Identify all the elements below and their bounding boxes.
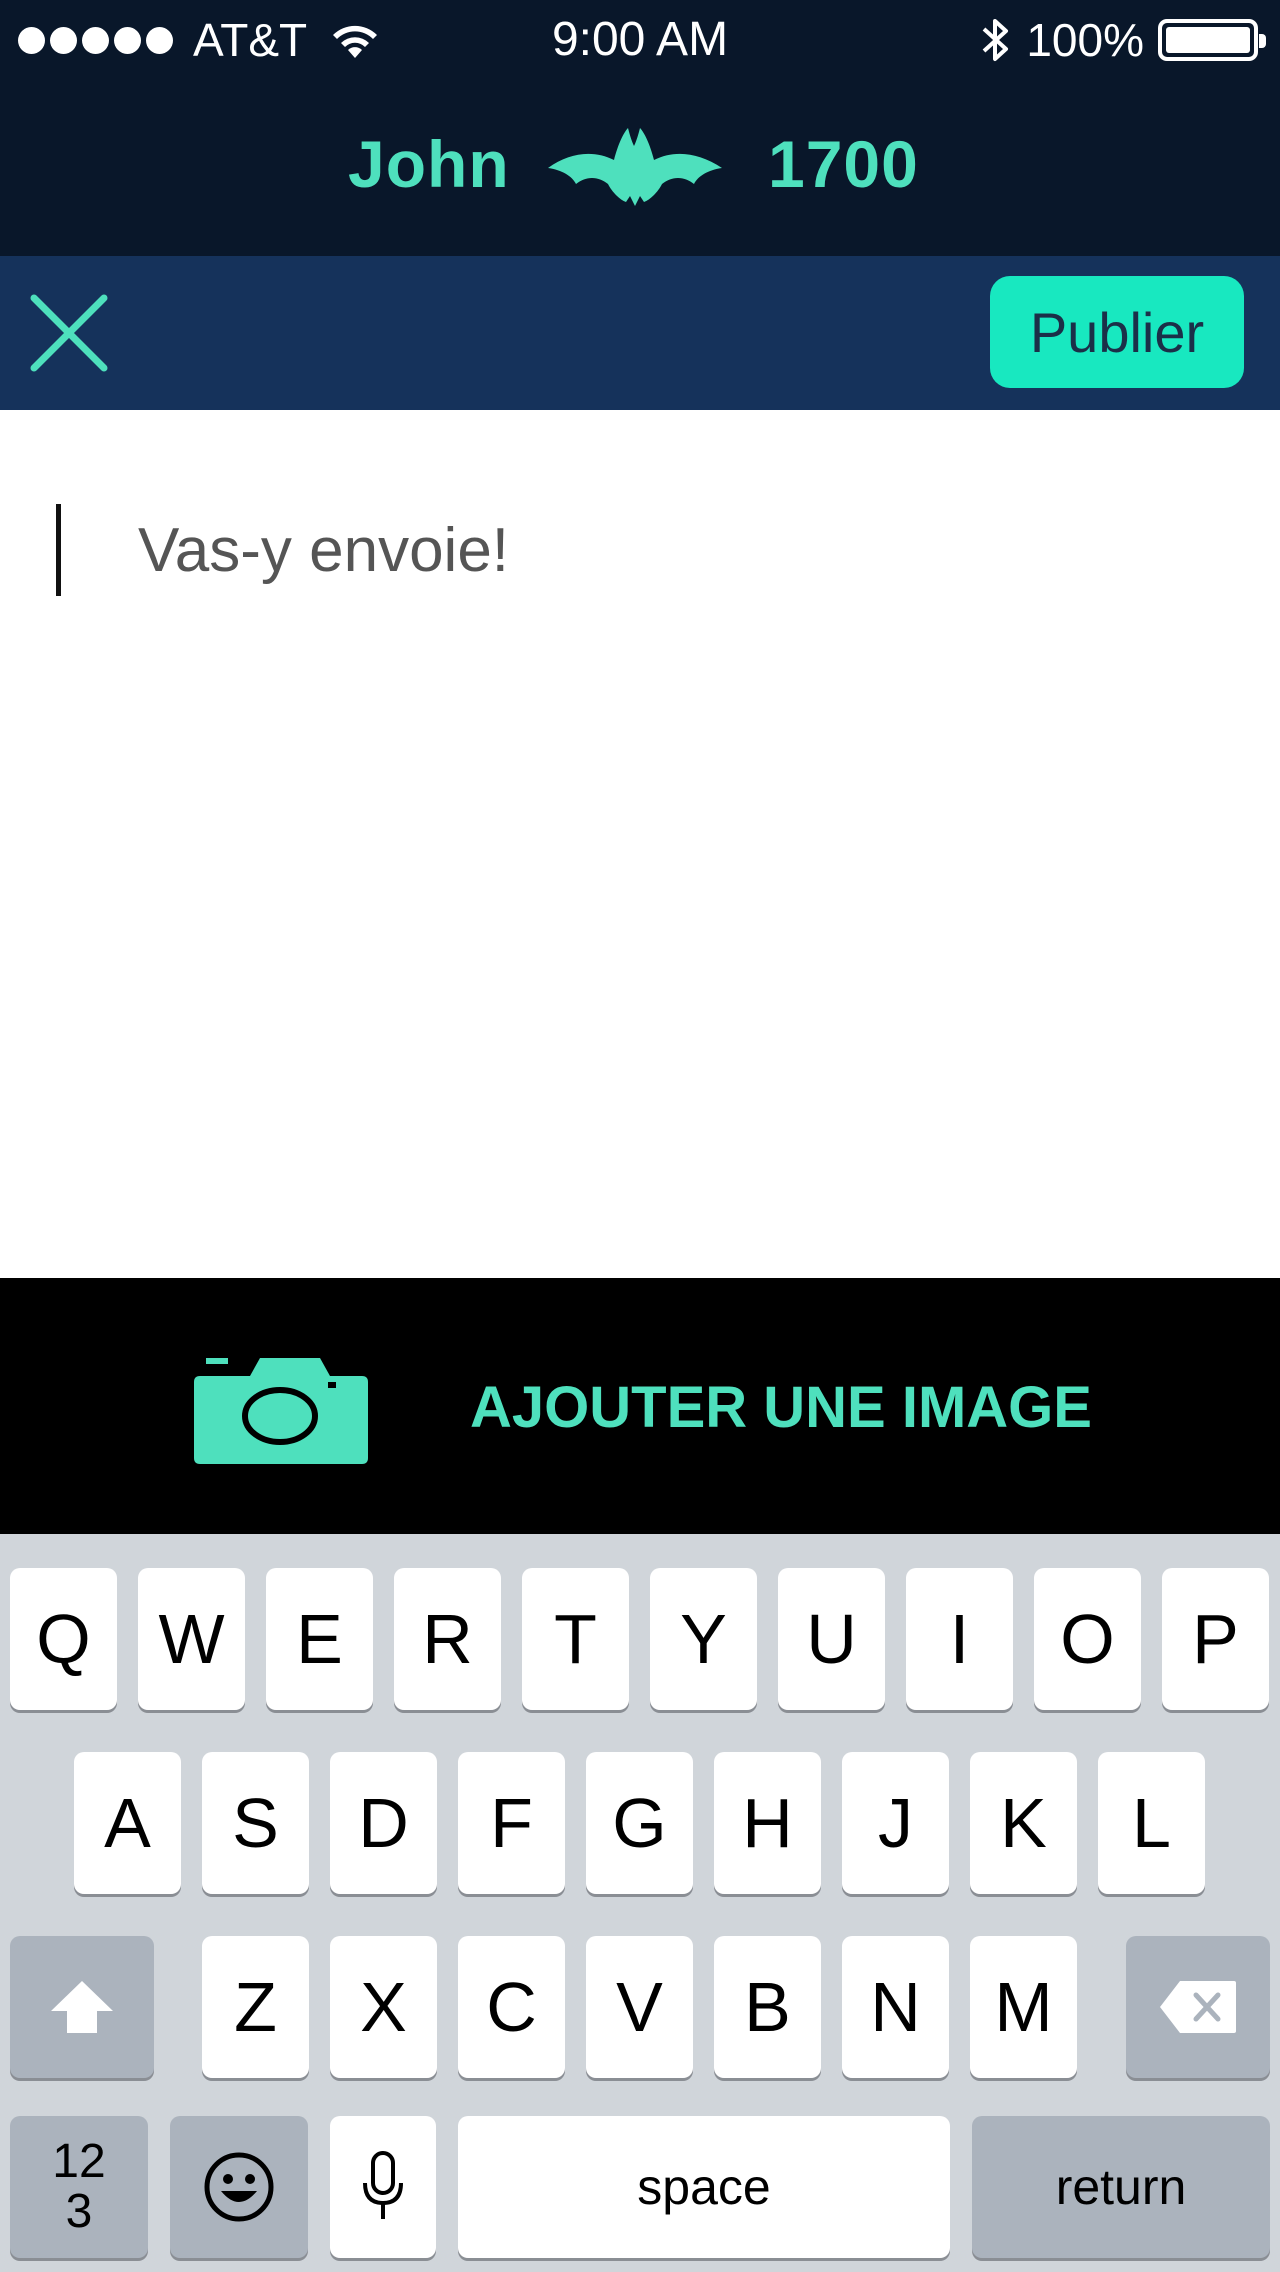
key-e[interactable]: E <box>266 1568 373 1710</box>
numbers-key-label-line2: 3 <box>65 2185 93 2238</box>
compose-toolbar: Publier <box>0 256 1280 410</box>
dictation-key[interactable] <box>330 2116 436 2258</box>
key-t[interactable]: T <box>522 1568 629 1710</box>
compose-area <box>0 410 1280 1278</box>
key-o[interactable]: O <box>1034 1568 1141 1710</box>
backspace-icon <box>1160 1981 1236 2033</box>
text-caret <box>56 504 61 596</box>
bat-logo-icon <box>548 128 722 206</box>
key-l[interactable]: L <box>1098 1752 1205 1894</box>
key-f[interactable]: F <box>458 1752 565 1894</box>
backspace-key[interactable] <box>1126 1936 1270 2078</box>
key-w[interactable]: W <box>138 1568 245 1710</box>
key-s[interactable]: S <box>202 1752 309 1894</box>
battery-icon <box>1158 19 1266 61</box>
message-input[interactable] <box>138 500 1238 600</box>
key-r[interactable]: R <box>394 1568 501 1710</box>
key-b[interactable]: B <box>714 1936 821 2078</box>
camera-icon <box>194 1358 368 1464</box>
bluetooth-icon <box>982 19 1009 61</box>
microphone-icon <box>363 2151 403 2219</box>
numbers-key-label-line1: 12 <box>52 2134 106 2188</box>
key-c[interactable]: C <box>458 1936 565 2078</box>
key-h[interactable]: H <box>714 1752 821 1894</box>
emoji-key[interactable] <box>170 2116 308 2258</box>
add-image-label: AJOUTER UNE IMAGE <box>470 1375 1092 1440</box>
user-score: 1700 <box>768 127 919 201</box>
key-g[interactable]: G <box>586 1752 693 1894</box>
key-d[interactable]: D <box>330 1752 437 1894</box>
key-x[interactable]: X <box>330 1936 437 2078</box>
add-image-button[interactable]: AJOUTER UNE IMAGE <box>0 1278 1280 1534</box>
shift-arrow-icon <box>51 1981 113 2033</box>
battery-fill <box>1166 27 1250 53</box>
key-k[interactable]: K <box>970 1752 1077 1894</box>
key-p[interactable]: P <box>1162 1568 1269 1710</box>
app-header: John 1700 <box>0 80 1280 256</box>
key-q[interactable]: Q <box>10 1568 117 1710</box>
key-u[interactable]: U <box>778 1568 885 1710</box>
key-n[interactable]: N <box>842 1936 949 2078</box>
key-a[interactable]: A <box>74 1752 181 1894</box>
user-name: John <box>348 127 510 201</box>
key-y[interactable]: Y <box>650 1568 757 1710</box>
key-i[interactable]: I <box>906 1568 1013 1710</box>
close-icon[interactable] <box>28 292 110 374</box>
key-m[interactable]: M <box>970 1936 1077 2078</box>
keyboard: Q W E R T Y U I O P A S D F G H J K L Z … <box>0 1534 1280 2272</box>
battery-percent: 100% <box>1026 14 1144 66</box>
return-key[interactable]: return <box>972 2116 1270 2258</box>
status-bar: AT&T 9:00 AM 100% <box>0 0 1280 80</box>
key-v[interactable]: V <box>586 1936 693 2078</box>
status-right: 100% <box>978 10 1266 70</box>
shift-key[interactable] <box>10 1936 154 2078</box>
key-j[interactable]: J <box>842 1752 949 1894</box>
space-key[interactable]: space <box>458 2116 950 2258</box>
numbers-key[interactable]: 12 3 <box>10 2116 148 2258</box>
key-z[interactable]: Z <box>202 1936 309 2078</box>
publish-button[interactable]: Publier <box>990 276 1244 388</box>
emoji-icon <box>204 2152 274 2222</box>
